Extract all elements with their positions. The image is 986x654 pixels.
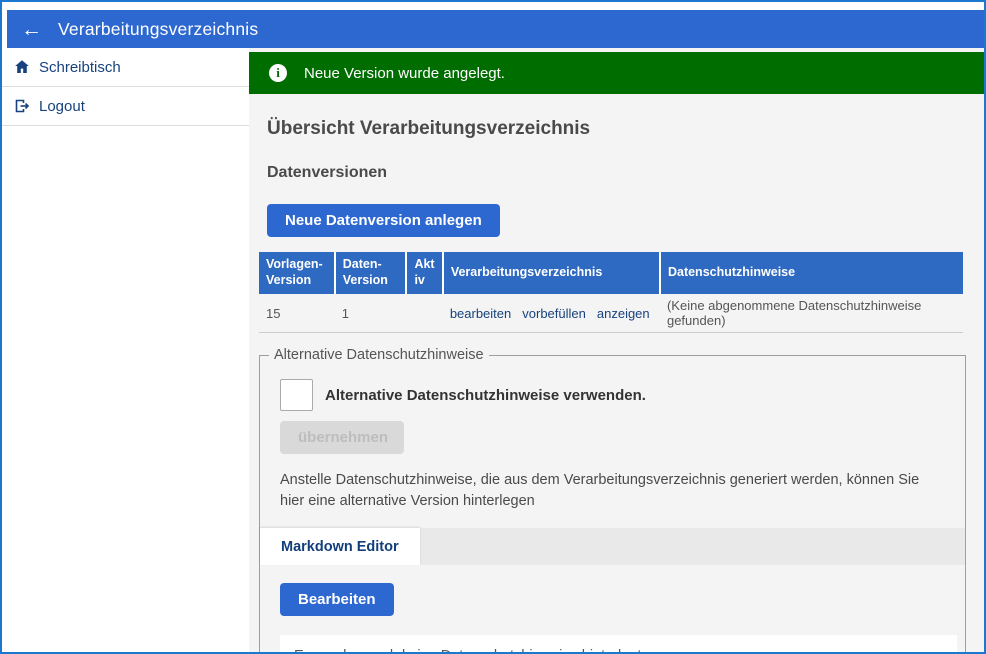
app-title: Verarbeitungsverzeichnis (58, 19, 258, 40)
no-hints-note: (Keine abgenommene Datenschutzhinweise g… (667, 298, 921, 328)
vorbefuellen-link[interactable]: vorbefüllen (522, 306, 586, 321)
app-bar: ← Verarbeitungsverzeichnis (7, 10, 984, 48)
page-title: Übersicht Verarbeitungsverzeichnis (267, 118, 966, 140)
cell-actions: bearbeiten vorbefüllen anzeigen (443, 294, 660, 333)
empty-hints-text: Es wurden noch keine Datenschutzhinweise… (280, 635, 957, 652)
fieldset-description: Anstelle Datenschutzhinweise, die aus de… (280, 470, 945, 512)
bearbeiten-button[interactable]: Bearbeiten (280, 583, 394, 616)
success-banner: i Neue Version wurde angelegt. (249, 52, 984, 94)
dataversions-table: Vorlagen-Version Daten-Version Aktiv Ver… (259, 252, 963, 333)
logout-icon (14, 98, 30, 114)
alternative-hints-checkbox[interactable] (280, 379, 313, 411)
sidebar-item-label: Schreibtisch (39, 59, 121, 76)
table-row: 15 1 bearbeiten vorbefüllen anzeigen (Kein… (259, 294, 963, 333)
info-icon: i (269, 64, 287, 82)
col-header-daten-version: Daten-Version (335, 252, 407, 294)
alternative-hints-fieldset: Alternative Datenschutzhinweise Alternat… (259, 347, 966, 652)
fieldset-legend: Alternative Datenschutzhinweise (269, 347, 489, 363)
bearbeiten-link[interactable]: bearbeiten (450, 306, 511, 321)
checkbox-label: Alternative Datenschutzhinweise verwende… (325, 387, 646, 404)
sidebar-item-schreibtisch[interactable]: Schreibtisch (2, 48, 249, 87)
sidebar: Schreibtisch Logout (2, 48, 249, 652)
section-title-datenversionen: Datenversionen (267, 164, 966, 182)
col-header-datenschutzhinweise: Datenschutzhinweise (660, 252, 963, 294)
cell-datenschutzhinweise: (Keine abgenommene Datenschutzhinweise g… (660, 294, 963, 333)
back-arrow-icon[interactable]: ← (21, 19, 42, 40)
new-dataversion-button[interactable]: Neue Datenversion anlegen (267, 204, 500, 237)
cell-vorlagen-version: 15 (259, 294, 335, 333)
cell-daten-version: 1 (335, 294, 407, 333)
editor-tabstrip: Markdown Editor (260, 528, 965, 565)
cell-aktiv (406, 294, 442, 333)
window-frame: ← Verarbeitungsverzeichnis Schreibtisch … (0, 0, 986, 654)
uebernehmen-button[interactable]: übernehmen (280, 421, 404, 454)
anzeigen-link[interactable]: anzeigen (597, 306, 650, 321)
col-header-aktiv: Aktiv (406, 252, 442, 294)
home-icon (14, 59, 30, 75)
col-header-vorlagen-version: Vorlagen-Version (259, 252, 335, 294)
col-header-verarbeitungsverzeichnis: Verarbeitungsverzeichnis (443, 252, 660, 294)
tab-markdown-editor[interactable]: Markdown Editor (260, 528, 420, 565)
main-content: i Neue Version wurde angelegt. Übersicht… (249, 48, 984, 652)
sidebar-item-logout[interactable]: Logout (2, 87, 249, 126)
banner-text: Neue Version wurde angelegt. (304, 65, 505, 82)
sidebar-item-label: Logout (39, 98, 85, 115)
